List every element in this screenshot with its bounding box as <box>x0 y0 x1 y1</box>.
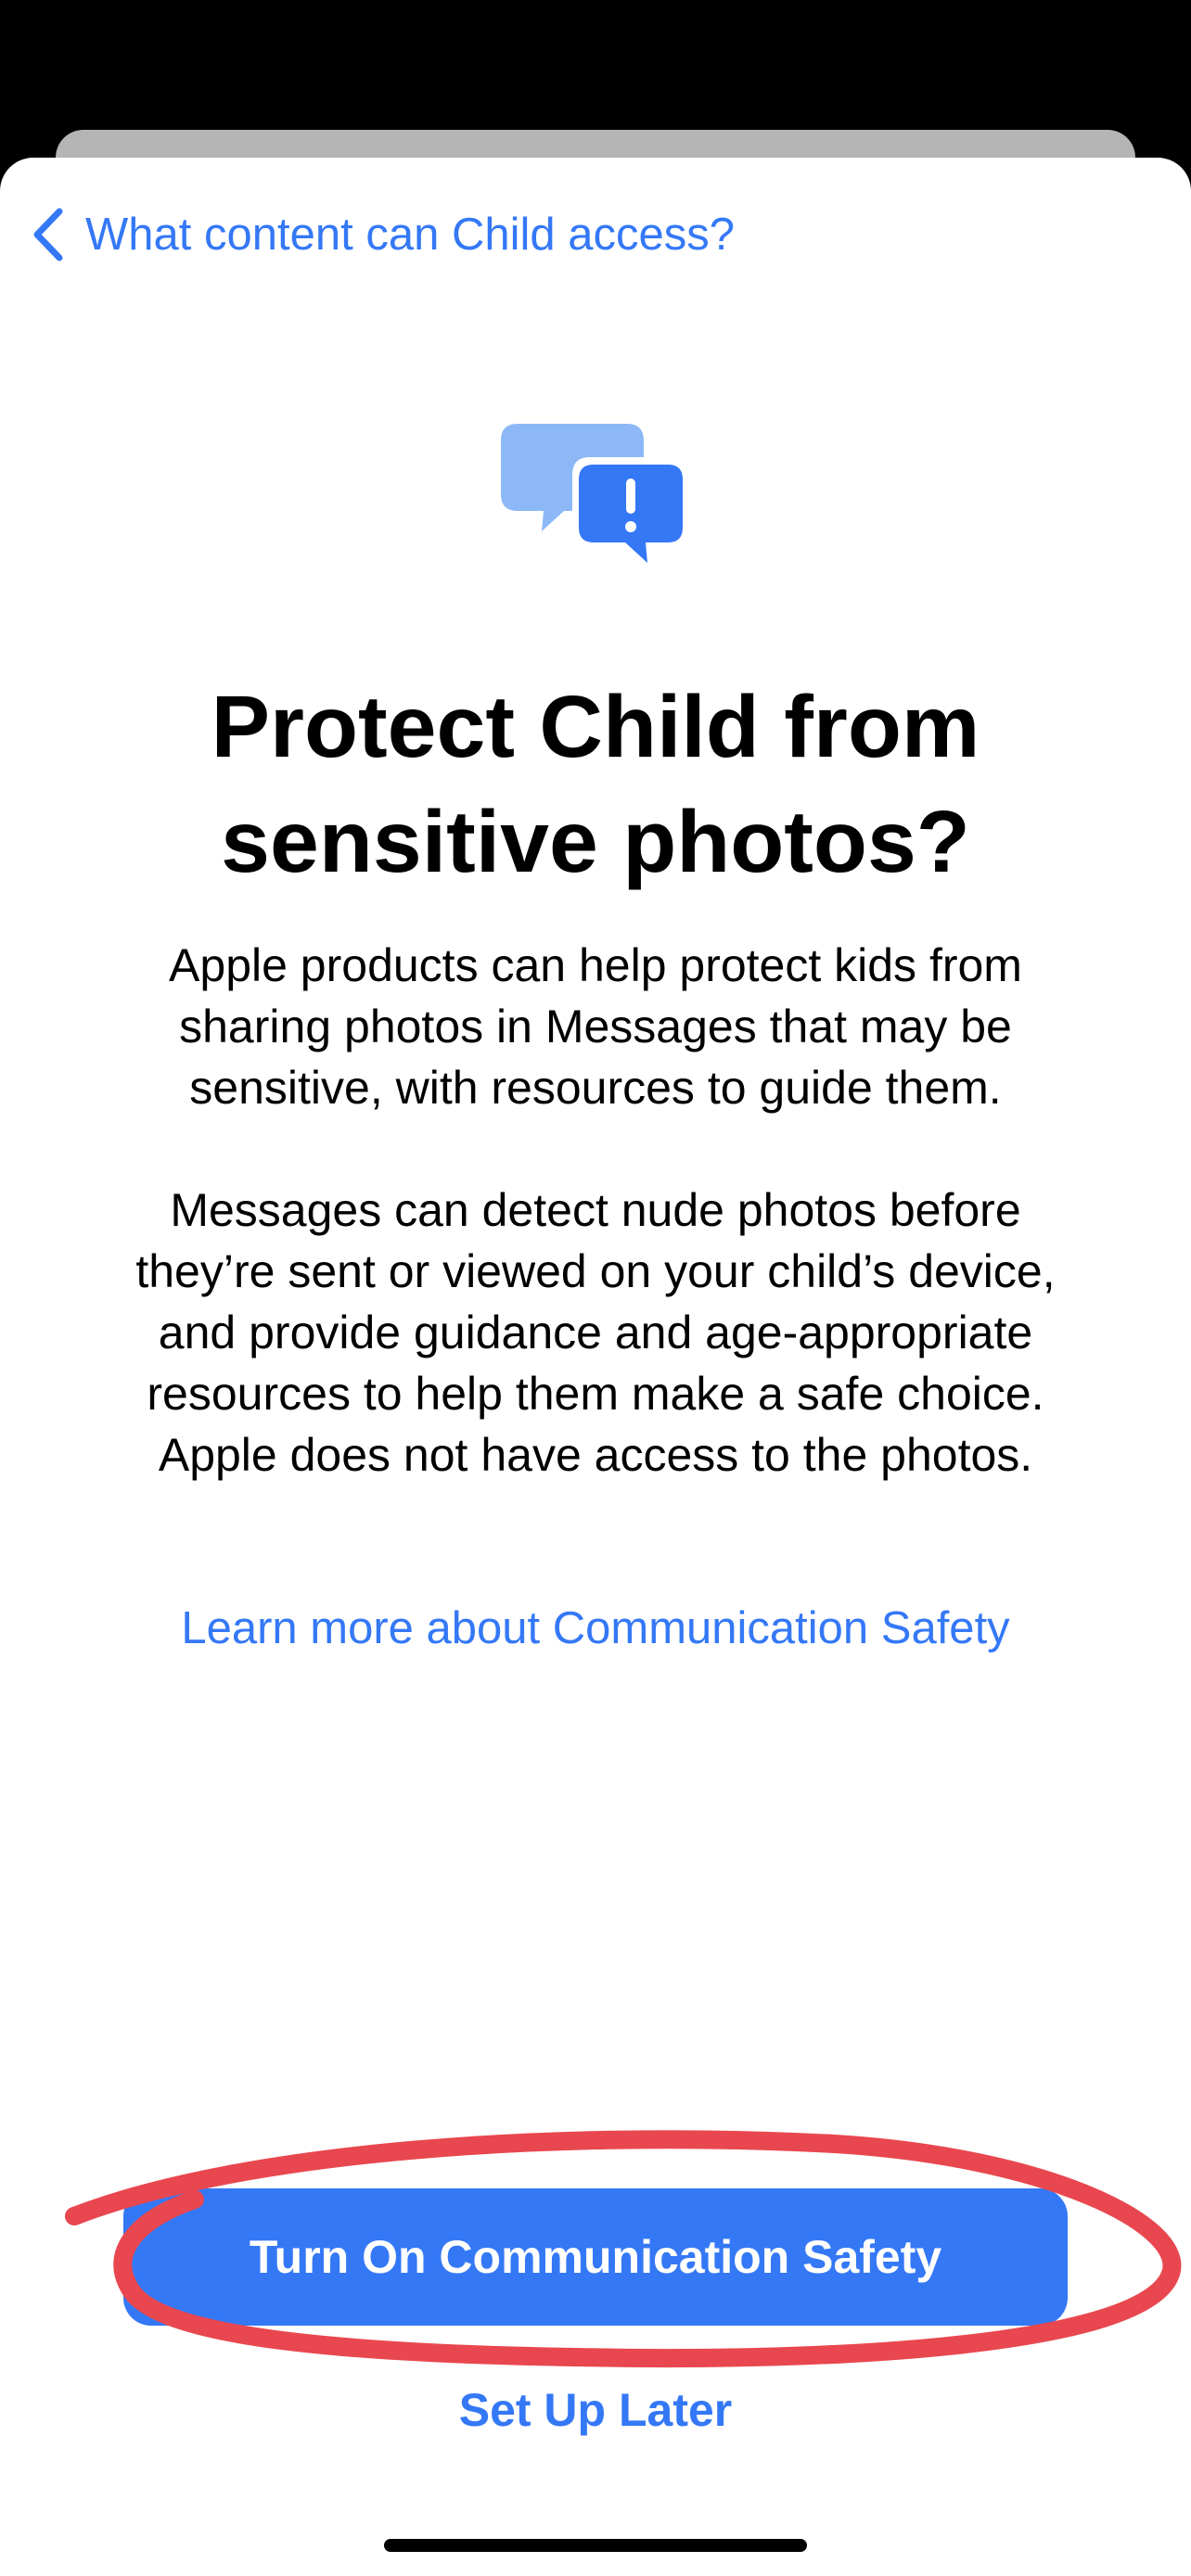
back-button-label: What content can Child access? <box>85 210 735 260</box>
turn-on-communication-safety-button[interactable]: Turn On Communication Safety <box>123 2188 1068 2326</box>
screen: What content can Child access? Protect C… <box>0 0 1191 2576</box>
description-paragraph-2: Messages can detect nude photos before t… <box>135 1184 1056 1481</box>
home-indicator <box>384 2539 807 2552</box>
chevron-left-icon <box>33 208 63 261</box>
back-button[interactable]: What content can Child access? <box>32 202 735 267</box>
set-up-later-button[interactable]: Set Up Later <box>278 2383 913 2437</box>
chat-bubbles-exclamation-icon <box>501 424 689 572</box>
learn-more-link[interactable]: Learn more about Communication Safety <box>93 1602 1098 1654</box>
page-title: Protect Child from sensitive photos? <box>211 678 980 891</box>
description-paragraph-1: Apple products can help protect kids fro… <box>169 939 1022 1114</box>
